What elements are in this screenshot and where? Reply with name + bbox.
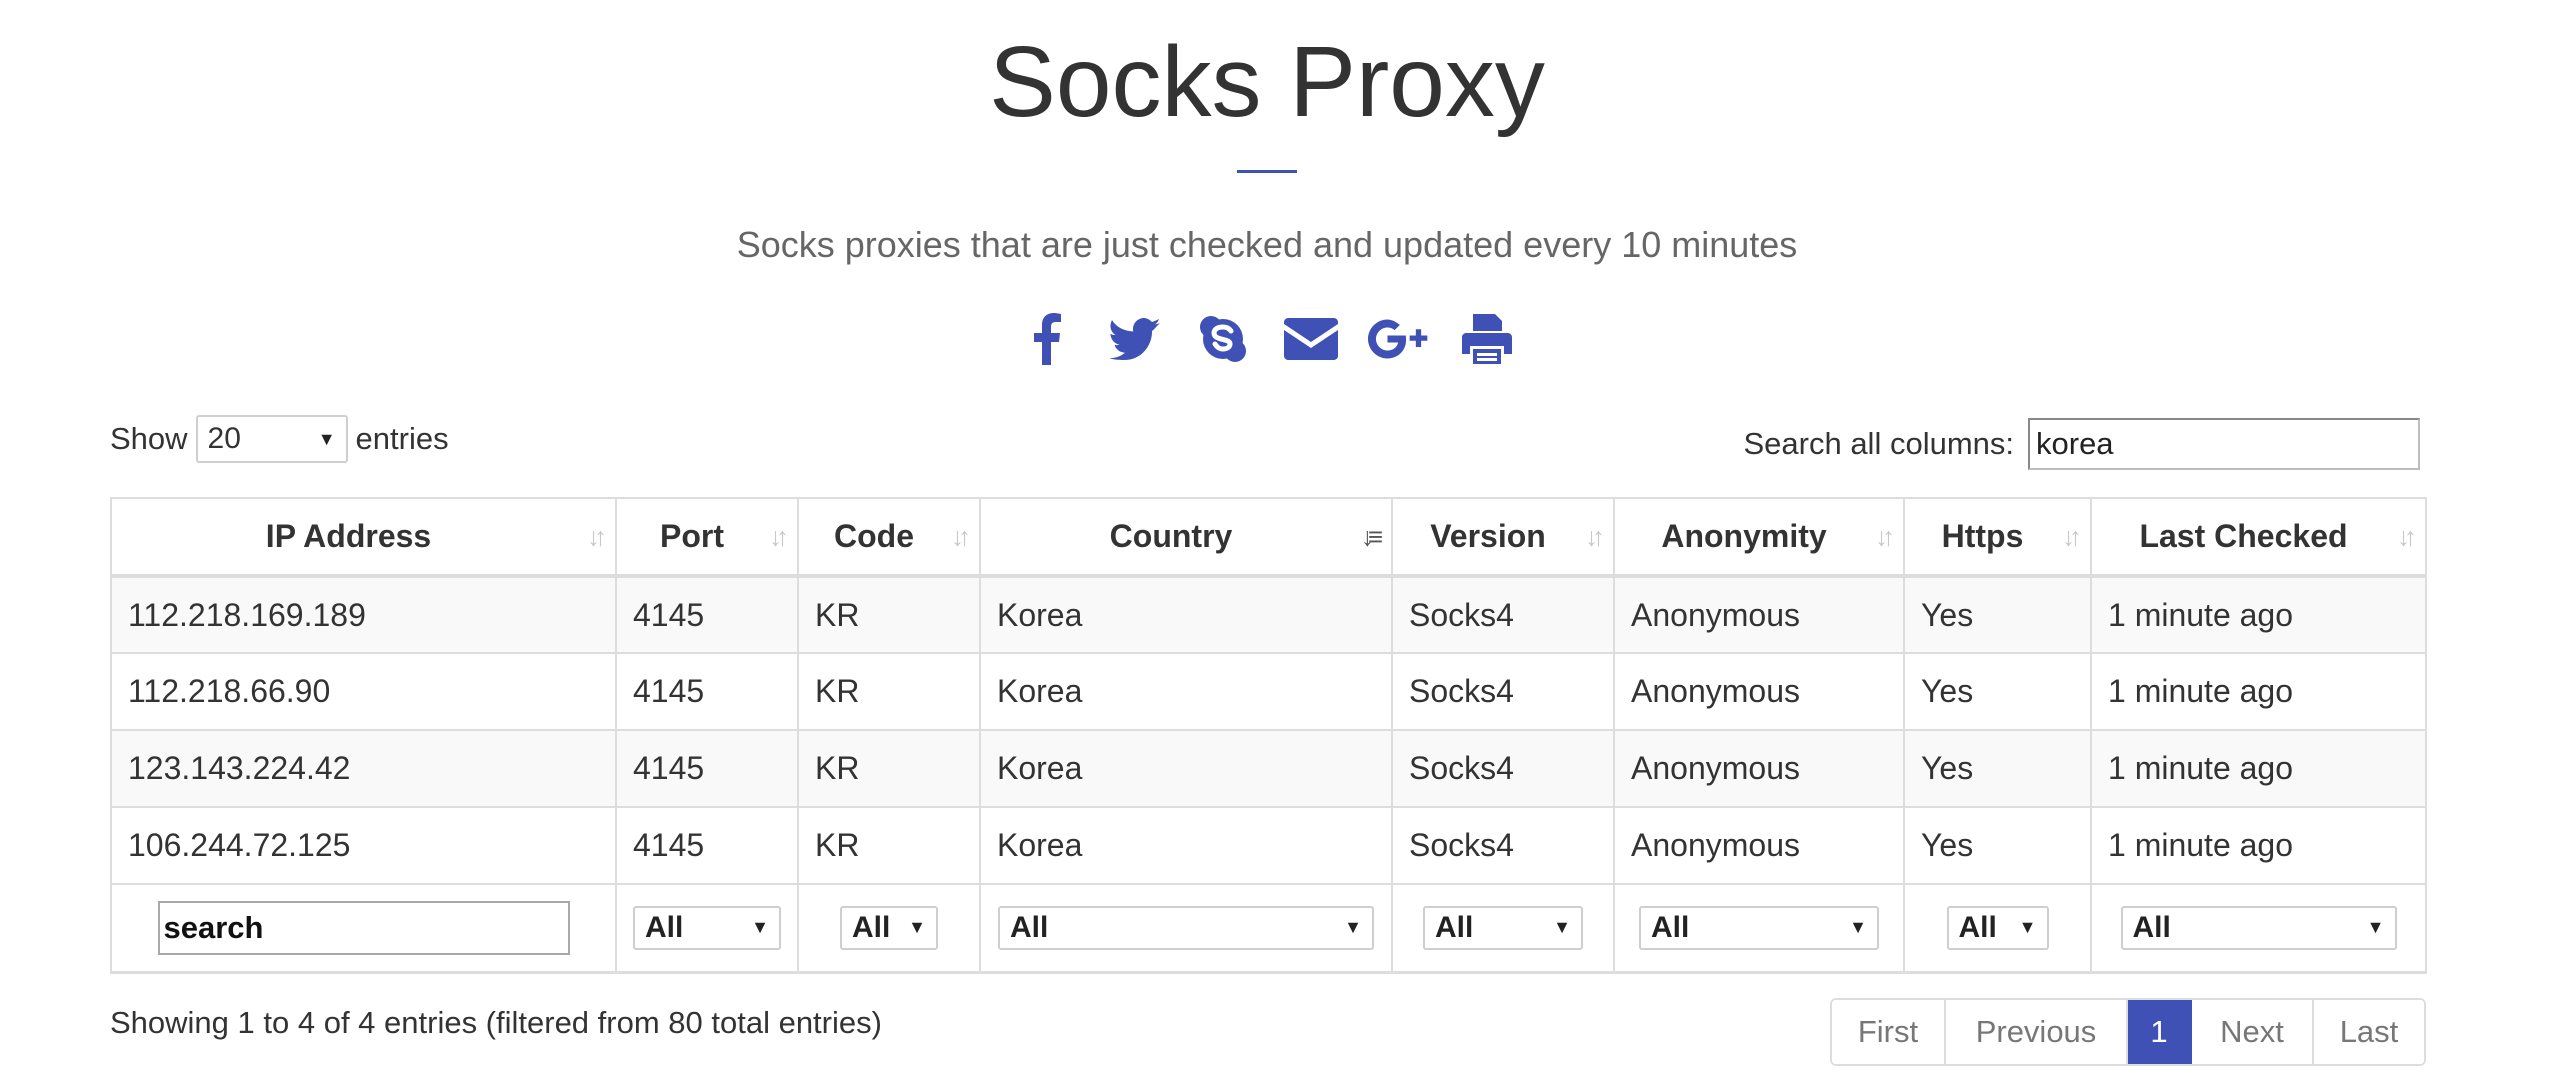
cell-last-checked: 1 minute ago (2090, 806, 2427, 885)
last-checked-filter-select[interactable]: All ▼ (2120, 905, 2397, 950)
cell-port: 4145 (615, 575, 799, 654)
chevron-down-icon: ▼ (2018, 917, 2037, 938)
cell-port: 4145 (615, 806, 799, 885)
col-header-last-checked[interactable]: Last Checked ↓↑ (2090, 497, 2427, 578)
sort-icon: ↓↑ (587, 521, 607, 551)
col-header-version[interactable]: Version ↓↑ (1391, 497, 1615, 578)
cell-anonymity: Anonymous (1613, 575, 1905, 654)
sort-icon: ↓↑ (951, 521, 971, 551)
chevron-down-icon: ▼ (1849, 917, 1867, 938)
table-row: 106.244.72.125 4145 KR Korea Socks4 Anon… (110, 806, 2427, 885)
entries-label: entries (355, 421, 449, 456)
cell-version: Socks4 (1391, 652, 1615, 731)
cell-code: KR (797, 729, 981, 808)
cell-code: KR (797, 806, 981, 885)
chevron-down-icon: ▼ (908, 917, 926, 938)
cell-anonymity: Anonymous (1613, 729, 1905, 808)
search-input[interactable]: korea (2028, 418, 2420, 470)
cell-last-checked: 1 minute ago (2090, 575, 2427, 654)
skype-icon[interactable] (1192, 308, 1254, 370)
cell-https: Yes (1903, 806, 2092, 885)
next-page-button[interactable]: Next (2192, 1000, 2314, 1064)
filter-row: search All ▼ All ▼ All ▼ All ▼ All ▼ All… (110, 883, 2427, 974)
sort-icon: ↓↑ (2397, 521, 2417, 551)
sort-icon: ↓↑ (769, 521, 789, 551)
search-label: Search all columns: (1743, 426, 2014, 461)
chevron-down-icon: ▼ (317, 428, 336, 449)
cell-code: KR (797, 652, 981, 731)
cell-version: Socks4 (1391, 806, 1615, 885)
chevron-down-icon: ▼ (2366, 917, 2385, 938)
col-header-anonymity[interactable]: Anonymity ↓↑ (1613, 497, 1905, 578)
current-page-button[interactable]: 1 (2128, 1000, 2192, 1064)
code-filter-select[interactable]: All ▼ (840, 905, 938, 950)
cell-anonymity: Anonymous (1613, 652, 1905, 731)
global-search: Search all columns: korea (1743, 418, 2420, 470)
cell-country: Korea (979, 575, 1393, 654)
sort-icon: ↓↑ (2062, 521, 2082, 551)
twitter-icon[interactable] (1104, 308, 1166, 370)
chevron-down-icon: ▼ (751, 917, 769, 938)
cell-last-checked: 1 minute ago (2090, 652, 2427, 731)
table-info: Showing 1 to 4 of 4 entries (filtered fr… (110, 1005, 882, 1040)
proxy-table: IP Address ↓↑ Port ↓↑ Code ↓↑ Country ↓≡ Ver… (110, 497, 2427, 974)
table-row: 112.218.66.90 4145 KR Korea Socks4 Anony… (110, 652, 2427, 731)
col-header-ip-address[interactable]: IP Address ↓↑ (110, 497, 617, 578)
cell-anonymity: Anonymous (1613, 806, 1905, 885)
cell-country: Korea (979, 729, 1393, 808)
cell-port: 4145 (615, 652, 799, 731)
cell-ip: 106.244.72.125 (110, 806, 617, 885)
https-filter-select[interactable]: All ▼ (1946, 905, 2049, 950)
print-icon[interactable] (1456, 308, 1518, 370)
share-bar (0, 308, 2534, 370)
cell-version: Socks4 (1391, 729, 1615, 808)
chevron-down-icon: ▼ (1344, 917, 1362, 938)
chevron-down-icon: ▼ (1553, 917, 1571, 938)
cell-ip: 112.218.66.90 (110, 652, 617, 731)
page-subtitle: Socks proxies that are just checked and … (736, 224, 1798, 265)
sort-ascending-icon: ↓≡ (1360, 521, 1383, 551)
title-divider (1237, 170, 1297, 173)
table-row: 112.218.169.189 4145 KR Korea Socks4 Ano… (110, 575, 2427, 654)
ip-filter-input[interactable]: search (157, 900, 570, 955)
facebook-icon[interactable] (1016, 308, 1078, 370)
length-control: Show 20 ▼ entries (110, 415, 449, 463)
port-filter-select[interactable]: All ▼ (633, 905, 781, 950)
col-header-country[interactable]: Country ↓≡ (979, 497, 1393, 578)
cell-https: Yes (1903, 575, 2092, 654)
table-row: 123.143.224.42 4145 KR Korea Socks4 Anon… (110, 729, 2427, 808)
sort-icon: ↓↑ (1585, 521, 1605, 551)
cell-code: KR (797, 575, 981, 654)
previous-page-button[interactable]: Previous (1946, 1000, 2128, 1064)
col-header-https[interactable]: Https ↓↑ (1903, 497, 2092, 578)
cell-country: Korea (979, 652, 1393, 731)
last-page-button[interactable]: Last (2314, 1000, 2424, 1064)
col-header-port[interactable]: Port ↓↑ (615, 497, 799, 578)
anonymity-filter-select[interactable]: All ▼ (1639, 905, 1879, 950)
sort-icon: ↓↑ (1875, 521, 1895, 551)
country-filter-select[interactable]: All ▼ (998, 905, 1374, 950)
show-label: Show (110, 421, 188, 456)
header-row: IP Address ↓↑ Port ↓↑ Code ↓↑ Country ↓≡ Ver… (110, 497, 2427, 578)
cell-https: Yes (1903, 652, 2092, 731)
cell-https: Yes (1903, 729, 2092, 808)
first-page-button[interactable]: First (1832, 1000, 1946, 1064)
cell-last-checked: 1 minute ago (2090, 729, 2427, 808)
version-filter-select[interactable]: All ▼ (1423, 905, 1583, 950)
entries-per-page-value: 20 (207, 422, 241, 455)
email-icon[interactable] (1280, 308, 1342, 370)
col-header-code[interactable]: Code ↓↑ (797, 497, 981, 578)
cell-version: Socks4 (1391, 575, 1615, 654)
google-plus-icon[interactable] (1368, 308, 1430, 370)
cell-ip: 112.218.169.189 (110, 575, 617, 654)
cell-country: Korea (979, 806, 1393, 885)
cell-port: 4145 (615, 729, 799, 808)
page: Socks Proxy Socks proxies that are just … (0, 0, 2570, 1077)
entries-per-page-select[interactable]: 20 ▼ (195, 415, 348, 463)
page-title: Socks Proxy (989, 26, 1545, 138)
pagination: First Previous 1 Next Last (1830, 998, 2426, 1066)
cell-ip: 123.143.224.42 (110, 729, 617, 808)
